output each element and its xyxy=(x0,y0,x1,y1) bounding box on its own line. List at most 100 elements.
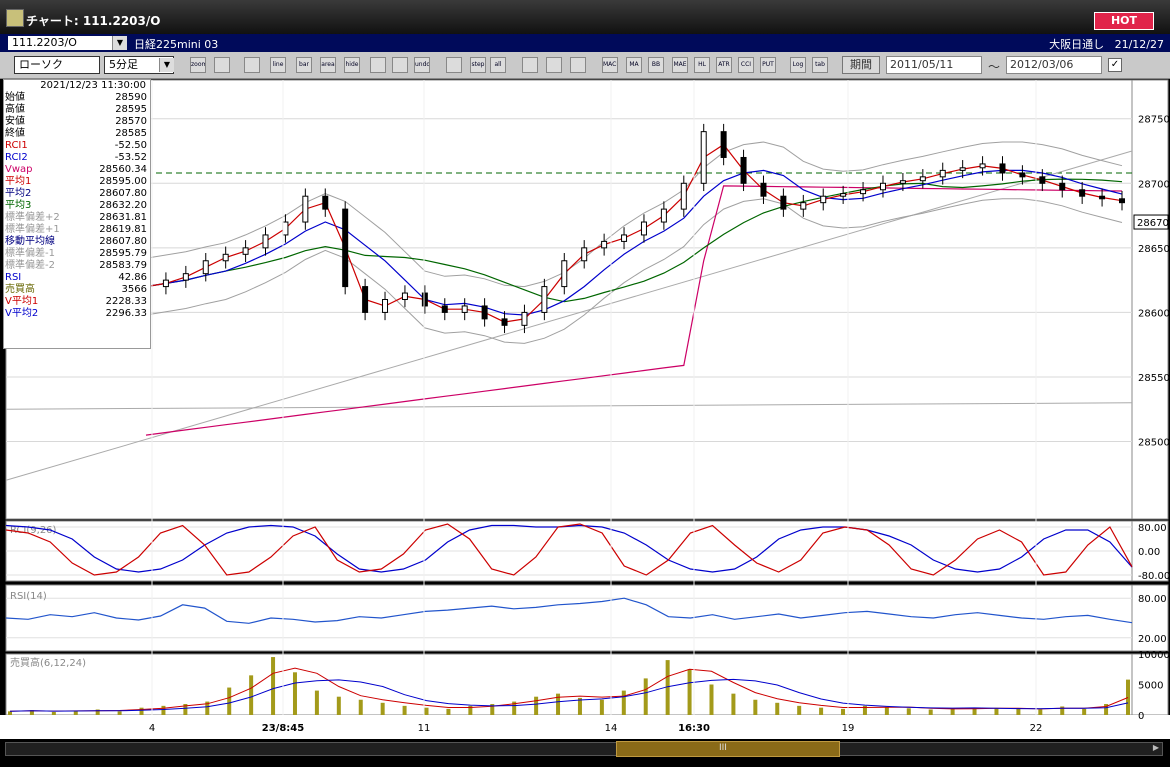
info-label: V平均2 xyxy=(5,308,39,319)
scroll-thumb[interactable]: III xyxy=(616,741,840,757)
info-value: 28607.80 xyxy=(99,236,147,247)
volume-bar xyxy=(1060,706,1065,715)
info-label: RCI1 xyxy=(5,140,28,151)
timeframe-dropdown-icon[interactable]: ▼ xyxy=(159,58,174,72)
toolbar-cci-icon[interactable]: CCI xyxy=(738,57,754,73)
period-button[interactable]: 期間 xyxy=(842,56,880,74)
info-label: 終値 xyxy=(5,128,25,139)
rsi-title: RSI(14) xyxy=(10,591,47,602)
toolbar-hide-icon[interactable]: hide xyxy=(344,57,360,73)
date-range-separator: ～ xyxy=(988,60,1001,74)
toolbar-bar-style-icon[interactable] xyxy=(446,57,462,73)
toolbar-crosshair-icon[interactable] xyxy=(214,57,230,73)
toolbar-tools-icon[interactable] xyxy=(546,57,562,73)
volume-bar xyxy=(314,690,319,715)
info-value: 2296.33 xyxy=(105,308,147,319)
candle-body xyxy=(820,195,827,204)
rci-tick-label: -80.00 xyxy=(1138,571,1170,582)
candle-body xyxy=(939,169,946,178)
toolbar-ma-icon[interactable]: MA xyxy=(626,57,642,73)
info-row: 高値 28595 xyxy=(4,104,150,116)
toolbar-undo-icon[interactable]: undo xyxy=(414,57,430,73)
symbol-bar: 111.2203/O ▼ 日経225mini 03 大阪日通し 21/12/27 xyxy=(0,34,1170,52)
scroll-right-icon[interactable]: ▶ xyxy=(1150,743,1162,755)
toolbar-bb-icon[interactable]: BB xyxy=(648,57,664,73)
window-title: チャート: 111.2203/O xyxy=(26,14,161,28)
symbol-dropdown-icon[interactable]: ▼ xyxy=(112,36,127,50)
toolbar-draw-line-icon[interactable] xyxy=(370,57,386,73)
toolbar-line-icon[interactable]: line xyxy=(270,57,286,73)
candle-body xyxy=(362,286,369,313)
toolbar-step-icon[interactable]: step xyxy=(470,57,486,73)
candle-body xyxy=(282,221,289,236)
y-tick-label: 28700 xyxy=(1138,179,1170,190)
toolbar-all-icon[interactable]: all xyxy=(490,57,506,73)
candle-body xyxy=(1119,198,1125,204)
candle-body xyxy=(1059,182,1066,191)
volume-bar xyxy=(161,705,166,715)
info-value: 28595 xyxy=(115,104,147,115)
y-tick-label: 28600 xyxy=(1138,308,1170,319)
toolbar-put-icon[interactable]: PUT xyxy=(760,57,776,73)
toolbar-macd-icon[interactable]: MACD xyxy=(602,57,618,73)
toolbar-area-icon[interactable]: area xyxy=(320,57,336,73)
chart-area[interactable]: 28750 28700 28650 28600 28550 28500 28670 80.00… xyxy=(0,78,1170,739)
toolbar-candle-icon[interactable] xyxy=(244,57,260,73)
info-row: 標準偏差-2 28583.79 xyxy=(4,260,150,272)
candle-body xyxy=(919,176,926,182)
toolbar-zoom-icon[interactable]: zoom xyxy=(190,57,206,73)
candle-body xyxy=(879,182,886,191)
toolbar-bar-icon[interactable]: bar xyxy=(296,57,312,73)
candle-body xyxy=(959,167,966,171)
candle-body xyxy=(322,195,329,210)
toolbar-cursor-icon[interactable] xyxy=(392,57,408,73)
toolbar-hl-icon[interactable]: HL xyxy=(694,57,710,73)
info-value: -52.50 xyxy=(114,140,147,151)
toolbar-tab-icon[interactable]: tab xyxy=(812,57,828,73)
hot-button[interactable]: HOT xyxy=(1094,12,1154,30)
info-value: 28595.00 xyxy=(99,176,147,187)
date-to-field[interactable]: 2012/03/06 xyxy=(1006,56,1102,74)
date-from-field[interactable]: 2011/05/11 xyxy=(886,56,982,74)
chart-type-select[interactable]: ローソク xyxy=(14,56,100,74)
info-row: 移動平均線 28607.80 xyxy=(4,236,150,248)
last-price-label: 28670 xyxy=(1137,218,1169,229)
volume-bar xyxy=(599,699,604,715)
volume-bar xyxy=(8,711,12,715)
candle-body xyxy=(242,247,249,255)
symbol-input[interactable]: 111.2203/O xyxy=(8,36,126,50)
volume-title: 売買高(6,12,24) xyxy=(10,656,86,669)
y-tick-label: 28500 xyxy=(1138,438,1170,449)
panel-vol xyxy=(5,653,1133,716)
candle-body xyxy=(660,208,667,223)
toolbar-settings-icon[interactable] xyxy=(522,57,538,73)
toolbar-color-icon[interactable] xyxy=(570,57,586,73)
horizontal-scrollbar[interactable]: ◀ III ▶ xyxy=(0,739,1170,767)
volume-bar xyxy=(621,690,626,715)
candle-body xyxy=(421,292,428,307)
candle-body xyxy=(860,189,867,195)
info-label: 移動平均線 xyxy=(5,236,55,247)
candle-body xyxy=(461,305,468,313)
info-row: 売買高 3566 xyxy=(4,284,150,296)
volume-bar xyxy=(906,708,911,715)
info-value: 42.86 xyxy=(118,272,147,283)
candle-body xyxy=(640,221,647,236)
scroll-grip-icon[interactable]: III xyxy=(719,743,727,753)
candle-body xyxy=(680,182,687,210)
volume-bar xyxy=(534,696,539,715)
volume-bar xyxy=(336,696,341,715)
toolbar-atr-icon[interactable]: ATR xyxy=(716,57,732,73)
volume-bar xyxy=(841,708,846,715)
candle-body xyxy=(840,193,847,197)
volume-bar xyxy=(709,684,714,715)
info-row: RSI 42.86 xyxy=(4,272,150,284)
panel-main xyxy=(5,79,1133,520)
toolbar: ローソク 5分足 ▼ zoom line bar area hide undo step al… xyxy=(0,52,1170,79)
toolbar-log-icon[interactable]: Log xyxy=(790,57,806,73)
candle-body xyxy=(222,253,229,262)
toolbar-mae-icon[interactable]: MAE xyxy=(672,57,688,73)
x-tick-label: 23/8:45 xyxy=(262,723,304,734)
scroll-track[interactable] xyxy=(5,742,1163,756)
apply-checkbox[interactable]: ✓ xyxy=(1108,58,1122,72)
